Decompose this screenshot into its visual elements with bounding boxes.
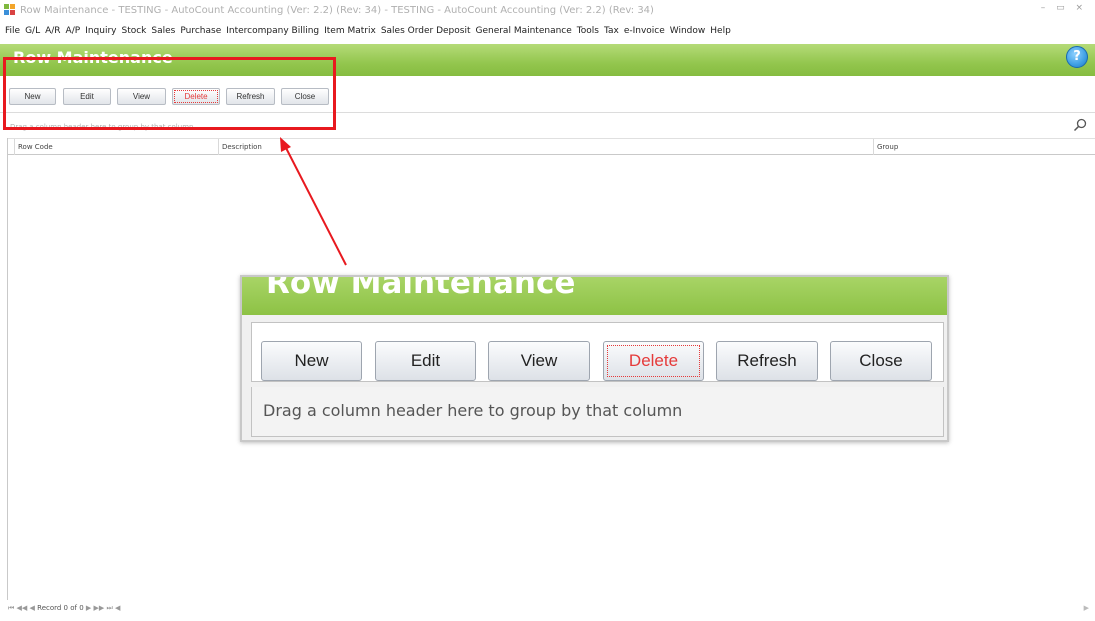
zoomed-group-by-panel: Drag a column header here to group by th… — [251, 387, 944, 437]
zoomed-delete-button[interactable]: Delete — [603, 341, 704, 381]
zoomed-close-button[interactable]: Close — [830, 341, 932, 381]
zoomed-panel-header: Row Maintenance — [242, 277, 947, 315]
zoomed-new-button[interactable]: New — [261, 341, 362, 381]
zoomed-edit-button[interactable]: Edit — [375, 341, 476, 381]
zoomed-refresh-button[interactable]: Refresh — [716, 341, 818, 381]
zoomed-toolbar: New Edit View Delete Refresh Close — [251, 322, 944, 382]
zoomed-callout: Row Maintenance New Edit View Delete Ref… — [240, 275, 949, 442]
zoomed-group-by-hint: Drag a column header here to group by th… — [263, 401, 683, 420]
zoomed-view-button[interactable]: View — [488, 341, 590, 381]
zoomed-panel-title: Row Maintenance — [266, 277, 576, 301]
